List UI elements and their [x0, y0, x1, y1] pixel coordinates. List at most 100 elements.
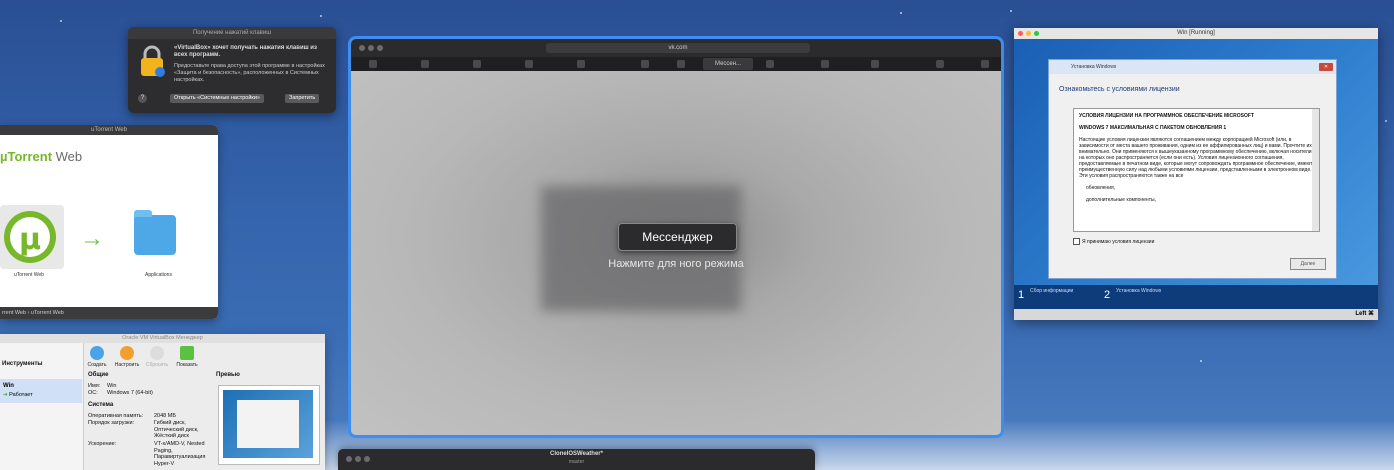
window-title: Oracle VM VirtualBox Менеджер: [0, 334, 325, 343]
zoom-button[interactable]: [377, 45, 383, 51]
lock-icon: [141, 45, 165, 77]
preview-section-title[interactable]: Превью: [216, 372, 240, 378]
vm-list-item[interactable]: Win ➔ Работает: [0, 379, 82, 403]
show-label: Показать: [176, 362, 198, 368]
star: [1200, 360, 1202, 362]
page-content[interactable]: Нажмите для ного режима: [351, 71, 1001, 435]
address-bar[interactable]: vk.com: [546, 43, 810, 53]
system-section-title[interactable]: Система: [88, 402, 113, 408]
tab-icon[interactable]: [525, 60, 533, 68]
checkbox-box[interactable]: [1073, 238, 1080, 245]
utorrent-app-icon[interactable]: µ: [0, 205, 64, 269]
tab-icon[interactable]: [641, 60, 649, 68]
vm-state: ➔ Работает: [3, 392, 33, 398]
star: [60, 20, 62, 22]
license-heading: Ознакомьтесь с условиями лицензии: [1059, 86, 1180, 93]
tab-icon[interactable]: [821, 60, 829, 68]
tab-bar: Мессен...: [351, 57, 1001, 71]
dialog-title: Получение нажатий клавиш: [128, 27, 336, 39]
create-button[interactable]: Создать: [84, 346, 110, 368]
boot-label: Порядок загрузки:: [88, 420, 135, 426]
preview-dialog: [237, 400, 299, 448]
window-title: uTorrent Web: [0, 125, 218, 135]
settings-button[interactable]: Настроить: [114, 346, 140, 368]
step-number: 1: [1018, 289, 1025, 301]
create-label: Создать: [87, 362, 107, 368]
create-icon: [90, 346, 104, 360]
tab-icon[interactable]: [871, 60, 879, 68]
vm-state-label: Работает: [9, 392, 33, 398]
open-settings-button[interactable]: Открыть «Системные настройки»: [170, 94, 264, 103]
ram-value: 2048 МБ: [154, 413, 176, 419]
app-label: uTorrent Web: [14, 272, 44, 278]
reset-button[interactable]: Сбросить: [144, 346, 170, 368]
tab-icon[interactable]: [421, 60, 429, 68]
applications-folder-icon[interactable]: [134, 210, 176, 255]
show-button[interactable]: Показать: [174, 346, 200, 368]
dialog-detail: Предоставьте права доступа этой программ…: [174, 63, 325, 83]
accept-checkbox[interactable]: Я принимаю условия лицензии: [1073, 238, 1154, 245]
name-label: Имя:: [88, 383, 101, 389]
tab-icon[interactable]: [981, 60, 989, 68]
tools-label[interactable]: Инструменты: [2, 361, 43, 367]
path-bar: rrent Web › uTorrent Web: [0, 307, 218, 319]
reset-icon: [150, 346, 164, 360]
reset-label: Сбросить: [145, 362, 169, 368]
svg-text:µ: µ: [19, 222, 41, 257]
utorrent-window: uTorrent Web µTorrent Web µ → uTorrent W…: [0, 125, 218, 319]
close-button[interactable]: [1018, 31, 1023, 36]
tab-icon[interactable]: [766, 60, 774, 68]
boot-value: Гибкий диск, Оптический диск, Жёсткий ди…: [154, 420, 199, 439]
license-bullet: дополнительные компоненты,: [1086, 197, 1156, 203]
window-title: Win [Running]: [1014, 28, 1378, 39]
utorrent-icon: µ: [4, 211, 56, 263]
preview-screen: [223, 390, 313, 458]
accel-label: Ускорение:: [88, 441, 117, 447]
minimize-button[interactable]: [1026, 31, 1031, 36]
keyboard-access-dialog: Получение нажатий клавиш «VirtualBox» хо…: [128, 27, 336, 113]
folder-label: Applications: [145, 272, 172, 278]
setup-dialog-title-label: Установка Windows: [1071, 64, 1117, 70]
license-subtitle: WINDOWS 7 МАКСИМАЛЬНАЯ С ПАКЕТОМ ОБНОВЛЕ…: [1079, 125, 1227, 131]
help-button[interactable]: ?: [138, 94, 147, 103]
os-label: ОС:: [88, 390, 98, 396]
license-title: УСЛОВИЯ ЛИЦЕНЗИИ НА ПРОГРАММНОЕ ОБЕСПЕЧЕ…: [1079, 113, 1254, 119]
vm-screen[interactable]: Установка Windows ✕ Ознакомьтесь с услови…: [1014, 39, 1378, 309]
tab-icon[interactable]: [369, 60, 377, 68]
host-key-label: Left ⌘: [1355, 311, 1374, 317]
setup-steps: 1 Сбор информации 2 Установка Windows: [1014, 285, 1378, 309]
star: [1385, 120, 1387, 122]
vm-sidebar: Инструменты Win ➔ Работает: [0, 343, 84, 470]
license-scrollbar[interactable]: [1312, 109, 1319, 231]
license-bullet: обновления,: [1086, 185, 1116, 191]
arrow-right-icon: [180, 346, 194, 360]
xcode-window: CloneIOSWeather* master: [338, 449, 815, 470]
gear-icon: [120, 346, 134, 360]
tab-icon[interactable]: [473, 60, 481, 68]
accel-value: VT-x/AMD-V, Nested Paging, Паравиртуализ…: [154, 441, 206, 467]
vm-status-bar: Left ⌘: [1014, 309, 1378, 320]
close-icon[interactable]: ✕: [1319, 63, 1333, 71]
accept-label: Я принимаю условия лицензии: [1082, 238, 1155, 245]
setup-dialog-title: Установка Windows ✕: [1049, 60, 1336, 74]
close-button[interactable]: [359, 45, 365, 51]
minimize-button[interactable]: [368, 45, 374, 51]
star: [1010, 10, 1012, 12]
tab-icon[interactable]: [577, 60, 585, 68]
step-label: Сбор информации: [1030, 288, 1074, 294]
tab-icon[interactable]: [936, 60, 944, 68]
next-button[interactable]: Далее: [1290, 258, 1326, 270]
tab-messenger[interactable]: Мессен...: [703, 58, 753, 70]
general-section-title[interactable]: Общие: [88, 372, 108, 378]
license-textbox[interactable]: УСЛОВИЯ ЛИЦЕНЗИИ НА ПРОГРАММНОЕ ОБЕСПЕЧЕ…: [1073, 108, 1320, 232]
deny-button[interactable]: Запретить: [285, 94, 320, 103]
vm-preview: [218, 385, 320, 465]
virtualbox-manager-window: Oracle VM VirtualBox Менеджер Инструмент…: [0, 334, 325, 470]
tab-icon[interactable]: [677, 60, 685, 68]
arrow-right-icon: →: [80, 225, 104, 252]
dialog-message: «VirtualBox» хочет получать нажатия клав…: [174, 45, 317, 58]
window-title-tooltip: Мессенджер: [618, 223, 737, 251]
zoom-button[interactable]: [1034, 31, 1039, 36]
star: [320, 15, 322, 17]
win-vm-window: Win [Running] Установка Windows ✕ Ознаком…: [1014, 28, 1378, 320]
